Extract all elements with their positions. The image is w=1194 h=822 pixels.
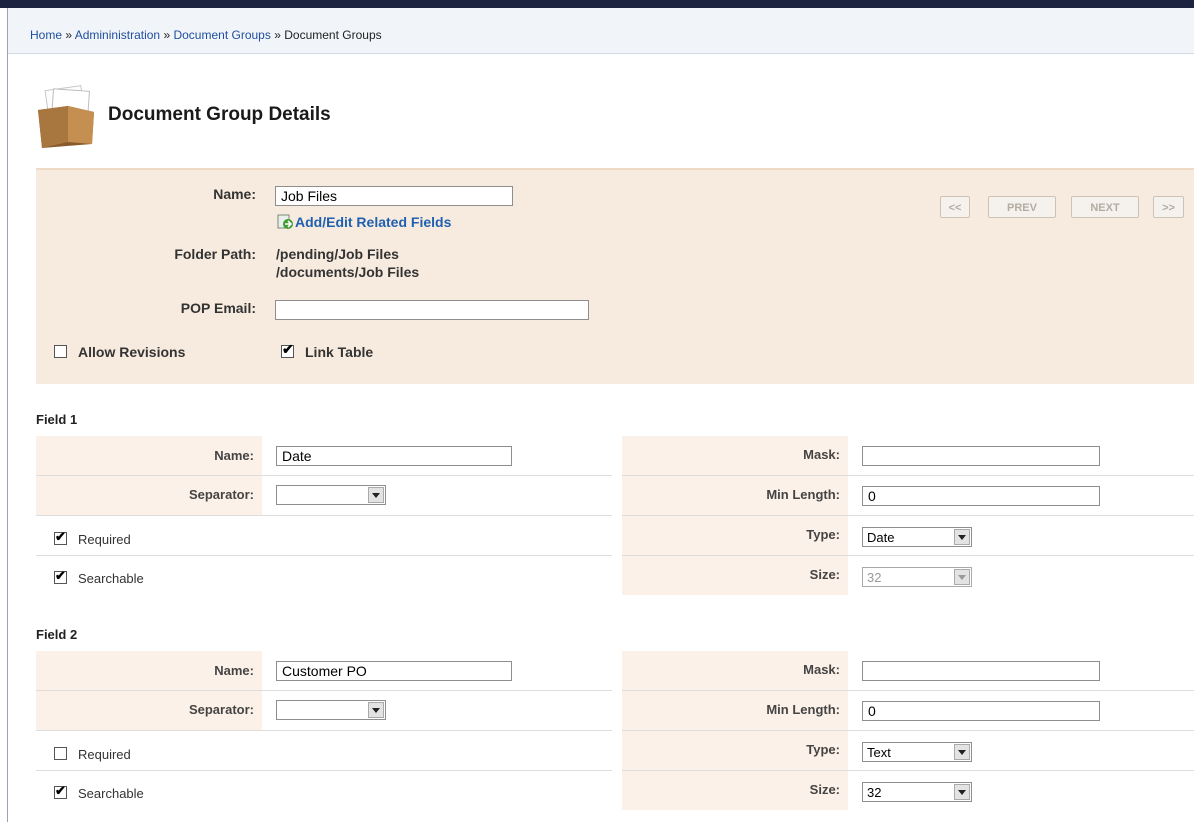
pop-email-label: POP Email:	[180, 300, 256, 316]
field-1-size-label: Size:	[809, 567, 840, 582]
field-1-searchable-label: Searchable	[78, 571, 144, 586]
field-1-type-row: Type: Date	[622, 516, 1194, 556]
field-2-separator-row: Separator:	[36, 691, 612, 731]
first-record-button[interactable]: <<	[940, 196, 970, 218]
field-2-required-label: Required	[78, 747, 131, 762]
related-fields-icon	[277, 214, 293, 229]
next-button[interactable]: NEXT	[1071, 196, 1139, 218]
field-2-searchable-checkbox[interactable]: ✔	[54, 783, 67, 799]
allow-revisions-label: Allow Revisions	[78, 344, 186, 360]
chevron-down-icon	[954, 569, 970, 585]
field-1-mask-input[interactable]	[862, 446, 1100, 466]
breadcrumb-document-groups-link[interactable]: Document Groups	[173, 28, 270, 42]
field-1-size-select: 32	[862, 567, 972, 587]
field-2-size-label: Size:	[809, 782, 840, 797]
field-1-searchable-checkbox[interactable]: ✔	[54, 568, 67, 584]
breadcrumb-bar: Home » Admininistration » Document Group…	[8, 8, 1194, 54]
top-bar	[0, 0, 1194, 8]
field-2-separator-select[interactable]	[276, 700, 386, 720]
field-2-required-row: Required	[36, 731, 612, 771]
field-2-title: Field 2	[36, 627, 78, 642]
field-1-minlength-row: Min Length:	[622, 476, 1194, 516]
field-2-minlength-label: Min Length:	[766, 702, 840, 717]
field-2-type-select[interactable]: Text	[862, 742, 972, 762]
field-1-title: Field 1	[36, 412, 78, 427]
field-2-type-label: Type:	[806, 742, 840, 757]
folder-path-documents: /documents/Job Files	[276, 264, 420, 280]
field-2-mask-row: Mask:	[622, 651, 1194, 691]
field-2-name-label: Name:	[214, 663, 254, 678]
folder-path-pending: /pending/Job Files	[276, 246, 399, 262]
chevron-down-icon	[954, 529, 970, 545]
field-2-searchable-label: Searchable	[78, 786, 144, 801]
field-2-mask-input[interactable]	[862, 661, 1100, 681]
field-2-name-row: Name:	[36, 651, 612, 691]
folder-icon	[38, 85, 94, 148]
field-1-mask-label: Mask:	[803, 447, 840, 462]
field-1-minlength-label: Min Length:	[766, 487, 840, 502]
field-2-size-select[interactable]: 32	[862, 782, 972, 802]
field-1-separator-label: Separator:	[188, 487, 254, 502]
link-table-checkbox[interactable]: ✔	[281, 341, 294, 358]
field-1-required-label: Required	[78, 532, 131, 547]
folder-path-label: Folder Path:	[174, 246, 256, 262]
field-1-name-row: Name:	[36, 436, 612, 476]
pop-email-input[interactable]	[275, 300, 589, 320]
field-2-mask-label: Mask:	[803, 662, 840, 677]
field-1-type-label: Type:	[806, 527, 840, 542]
details-panel: Name: Add/Edit Related Fields Folder Pat…	[36, 168, 1194, 384]
field-2-minlength-input[interactable]	[862, 701, 1100, 721]
field-2-name-input[interactable]	[276, 661, 512, 681]
field-1-required-checkbox[interactable]: ✔	[54, 529, 67, 545]
field-1-name-input[interactable]	[276, 446, 512, 466]
left-border	[7, 8, 8, 822]
field-1-size-row: Size: 32	[622, 556, 1194, 596]
page-title: Document Group Details	[108, 104, 331, 125]
chevron-down-icon	[954, 784, 970, 800]
field-2-size-row: Size: 32	[622, 771, 1194, 811]
field-1-separator-select[interactable]	[276, 485, 386, 505]
add-edit-related-fields-link[interactable]: Add/Edit Related Fields	[295, 214, 451, 230]
field-1-mask-row: Mask:	[622, 436, 1194, 476]
field-1-minlength-input[interactable]	[862, 486, 1100, 506]
group-name-input[interactable]	[275, 186, 513, 206]
field-2-type-row: Type: Text	[622, 731, 1194, 771]
field-2-required-checkbox[interactable]	[54, 747, 67, 760]
chevron-down-icon	[368, 702, 384, 718]
field-1-name-label: Name:	[214, 448, 254, 463]
field-1-type-select[interactable]: Date	[862, 527, 972, 547]
field-2-separator-label: Separator:	[188, 702, 254, 717]
breadcrumb-current: Document Groups	[284, 28, 382, 42]
allow-revisions-checkbox[interactable]	[54, 345, 67, 358]
name-label: Name:	[213, 186, 256, 202]
field-1-separator-row: Separator:	[36, 476, 612, 516]
breadcrumb-separator: »	[274, 28, 281, 42]
breadcrumb-administration-link[interactable]: Admininistration	[75, 28, 160, 42]
chevron-down-icon	[368, 487, 384, 503]
prev-button[interactable]: PREV	[988, 196, 1056, 218]
breadcrumb-home-link[interactable]: Home	[30, 28, 62, 42]
last-record-button[interactable]: >>	[1153, 196, 1184, 218]
link-table-label: Link Table	[305, 344, 374, 360]
breadcrumb-separator: »	[163, 28, 171, 42]
chevron-down-icon	[954, 744, 970, 760]
field-2-searchable-row: ✔ Searchable	[36, 771, 612, 811]
breadcrumb: Home » Admininistration » Document Group…	[30, 28, 382, 42]
breadcrumb-separator: »	[65, 28, 73, 42]
field-1-required-row: ✔ Required	[36, 516, 612, 556]
field-2-minlength-row: Min Length:	[622, 691, 1194, 731]
field-1-searchable-row: ✔ Searchable	[36, 556, 612, 596]
